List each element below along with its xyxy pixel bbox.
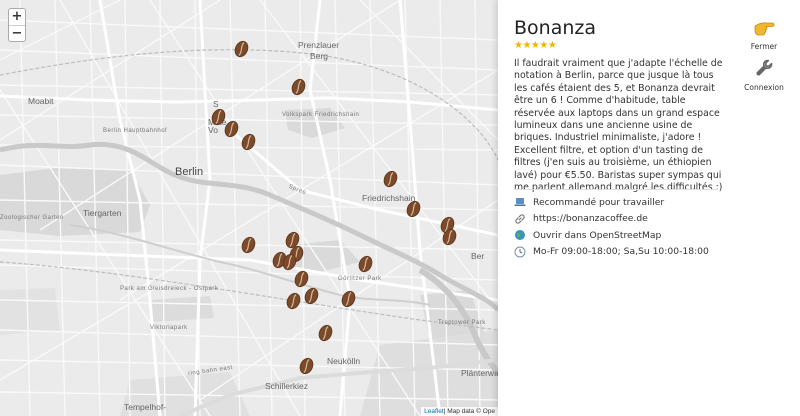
map-label-planterwald: Plänterwald bbox=[461, 368, 498, 378]
coffee-bean-icon[interactable] bbox=[406, 200, 421, 218]
coffee-bean-icon[interactable] bbox=[234, 40, 249, 58]
coffee-bean-icon[interactable] bbox=[294, 270, 309, 288]
map-tiles bbox=[0, 0, 498, 416]
coffee-bean-icon[interactable] bbox=[282, 253, 297, 271]
coffee-bean-icon[interactable] bbox=[299, 357, 314, 375]
map-label-hbf: Berlin Hauptbahnhof bbox=[103, 128, 168, 134]
map-label-schillerkiez: Schillerkiez bbox=[265, 381, 308, 391]
info-hours-text: Mo-Fr 09:00-18:00; Sa,Su 10:00-18:00 bbox=[533, 246, 709, 258]
coffee-bean-icon[interactable] bbox=[358, 255, 373, 273]
coffee-bean-icon[interactable] bbox=[318, 324, 333, 342]
leaflet-link[interactable]: Leaflet bbox=[424, 408, 444, 415]
login-label: Connexion bbox=[744, 83, 784, 92]
attribution-text: | Map data © Ope bbox=[443, 408, 495, 415]
map-label-treptower: Treptower Park bbox=[438, 320, 486, 326]
info-row-work: Recommandé pour travailler bbox=[514, 194, 734, 211]
coffee-bean-icon[interactable] bbox=[286, 292, 301, 310]
cafe-info-list: Recommandé pour travailler https://bonan… bbox=[514, 194, 734, 260]
info-website-link[interactable]: https://bonanzacoffee.de bbox=[533, 213, 648, 224]
map-label-berg: Berg bbox=[310, 51, 328, 61]
coffee-bean-icon[interactable] bbox=[304, 287, 319, 305]
map-label-viktoriapark: Viktoriapark bbox=[150, 325, 188, 331]
map-label-volkspark: Volkspark Friedrichshain bbox=[282, 112, 360, 118]
zoom-in-button[interactable]: + bbox=[9, 9, 25, 25]
map-label-moabit: Moabit bbox=[28, 96, 54, 106]
map-label-truncated-ber: Ber bbox=[471, 251, 485, 261]
map-label-tiergarten: Tiergarten bbox=[83, 208, 122, 218]
map-label-truncated-vo: Vo bbox=[208, 125, 218, 135]
map-label-prenzlauer: Prenzlauer bbox=[298, 40, 340, 50]
cafe-title: Bonanza bbox=[514, 17, 597, 39]
coffee-bean-icon[interactable] bbox=[383, 170, 398, 188]
close-label: Fermer bbox=[750, 42, 778, 51]
close-button[interactable]: Fermer bbox=[740, 19, 788, 51]
wrench-icon bbox=[754, 59, 774, 82]
map-attribution: Leaflet| Map data © Ope bbox=[421, 407, 498, 416]
info-work-text: Recommandé pour travailler bbox=[533, 196, 665, 208]
map-label-zoo: Zoologischer Garten bbox=[0, 215, 64, 221]
coffee-bean-icon[interactable] bbox=[241, 133, 256, 151]
info-row-osm[interactable]: Ouvrir dans OpenStreetMap bbox=[514, 227, 734, 244]
map-label-neukolln: Neukölln bbox=[327, 356, 361, 366]
globe-icon bbox=[514, 229, 533, 241]
rating-stars: ★★★★★ bbox=[514, 40, 557, 51]
info-row-hours: Mo-Fr 09:00-18:00; Sa,Su 10:00-18:00 bbox=[514, 244, 734, 261]
cafe-review: Il faudrait vraiment que j'adapte l'éche… bbox=[514, 58, 723, 194]
divider bbox=[514, 189, 718, 190]
map-label-gorlitzer: Görlitzer Park bbox=[338, 276, 382, 282]
login-button[interactable]: Connexion bbox=[740, 58, 788, 92]
coffee-bean-icon[interactable] bbox=[291, 78, 306, 96]
zoom-out-button[interactable]: − bbox=[9, 25, 25, 41]
pointing-hand-icon bbox=[753, 22, 775, 41]
coffee-bean-icon[interactable] bbox=[341, 290, 356, 308]
map[interactable]: Prenzlauer Berg Volkspark Friedrichshain… bbox=[0, 0, 498, 416]
map-label-berlin: Berlin bbox=[175, 166, 204, 178]
clock-icon bbox=[514, 246, 533, 258]
zoom-control: + − bbox=[8, 8, 26, 42]
info-osm-link[interactable]: Ouvrir dans OpenStreetMap bbox=[533, 230, 661, 241]
map-label-tempelhof: Tempelhof- bbox=[124, 402, 167, 412]
coffee-bean-icon[interactable] bbox=[241, 236, 256, 254]
coffee-bean-icon[interactable] bbox=[224, 120, 239, 138]
info-row-website[interactable]: https://bonanzacoffee.de bbox=[514, 211, 734, 228]
link-icon bbox=[514, 213, 533, 225]
laptop-icon bbox=[514, 197, 533, 207]
cafe-detail-panel: Bonanza ★★★★★ Il faudrait vraiment que j… bbox=[498, 0, 800, 416]
coffee-bean-icon[interactable] bbox=[442, 228, 457, 246]
map-label-gleisdreieck: Park am Gleisdreieck - Ostpark bbox=[120, 286, 219, 292]
